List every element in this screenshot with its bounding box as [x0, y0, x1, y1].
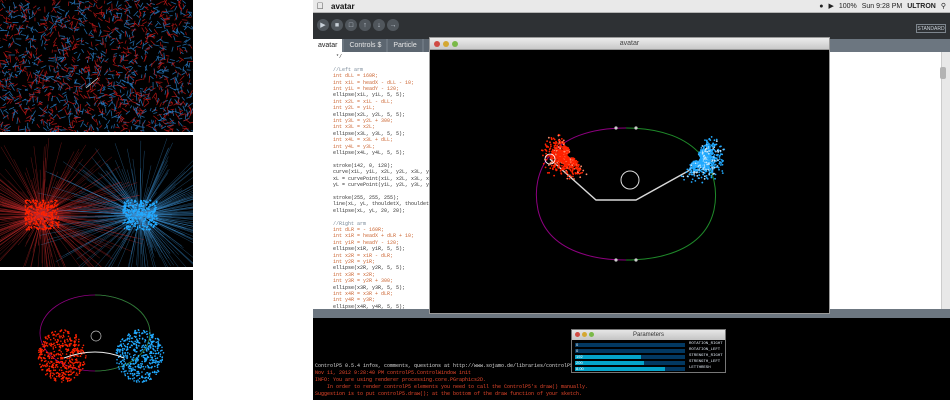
ide-toolbar: ▶ ■ □ ↑ ↓ → STANDARD	[313, 13, 950, 39]
slider-value: 192	[576, 354, 583, 359]
slider-fill	[575, 367, 666, 371]
parameters-title-bar[interactable]: Parameters	[572, 330, 725, 340]
slider-fill	[575, 355, 641, 359]
slider-label: ROTATION_LEFT	[689, 348, 721, 352]
control-point	[614, 258, 618, 262]
control-point	[614, 126, 618, 130]
arm-curve	[39, 294, 151, 372]
app-menu-name[interactable]: avatar	[331, 2, 355, 11]
console-line: ControlP5 0.5.4 infos, comments, questio…	[315, 363, 574, 369]
wifi-icon[interactable]: ●	[819, 3, 823, 10]
parameter-slider[interactable]: 192	[575, 354, 685, 359]
clock[interactable]: Sun 9:28 PM	[862, 3, 902, 10]
noise-field	[0, 0, 193, 132]
parameter-slider[interactable]: 200	[575, 360, 685, 365]
stop-icon[interactable]: ■	[331, 19, 343, 31]
noise-preview	[0, 0, 193, 132]
control-point	[634, 126, 638, 130]
save-icon[interactable]: ↓	[373, 19, 385, 31]
close-icon[interactable]	[434, 41, 440, 47]
slider-value: 0	[576, 348, 579, 353]
console-line: INFO: You are using renderer processing.…	[315, 377, 487, 383]
tab-controls[interactable]: Controls $	[344, 39, 387, 52]
params-close-icon[interactable]	[575, 332, 580, 337]
sketch-canvas[interactable]	[430, 50, 829, 313]
slider-value: 8.00	[576, 366, 584, 371]
slider-label: LETTHRESH	[689, 366, 711, 370]
editor-scrollbar[interactable]	[941, 52, 950, 309]
head-circle	[90, 330, 102, 342]
console-line: In order to render controlP5 elements yo…	[315, 384, 589, 390]
streak-field	[0, 138, 193, 267]
parameter-slider[interactable]: 0	[575, 342, 685, 347]
params-zoom-icon[interactable]	[589, 332, 594, 337]
parameters-window[interactable]: Parameters 0 ROTATION_RIGHT 0 ROTATION_LEFT…	[571, 329, 726, 373]
console-text: ControlP5 0.5.4 infos, comments, questio…	[315, 363, 588, 398]
slider-label: ROTATION_RIGHT	[689, 342, 723, 346]
sketch-window[interactable]: avatar	[429, 37, 830, 314]
menu-bar:  avatar ● ▶ 100% Sun 9:28 PM ULTRON ⚲	[313, 0, 950, 13]
params-minimize-icon[interactable]	[582, 332, 587, 337]
slider-label: STRENGTH_LEFT	[689, 360, 721, 364]
dense-particles-preview	[0, 138, 193, 267]
minimize-icon[interactable]	[443, 41, 449, 47]
console-line: Suggestion is to put controlP5.draw(); a…	[315, 391, 583, 397]
thumbnail-noise[interactable]	[0, 0, 193, 132]
new-icon[interactable]: □	[345, 19, 357, 31]
export-icon[interactable]: →	[387, 19, 399, 31]
final-particles-preview	[37, 294, 165, 383]
red-particles	[540, 133, 588, 180]
mac-desktop:  avatar ● ▶ 100% Sun 9:28 PM ULTRON ⚲ ▶…	[313, 0, 950, 400]
tab-particle[interactable]: Particle	[388, 39, 422, 52]
tab-avatar[interactable]: avatar	[313, 39, 343, 52]
parameter-slider[interactable]: 8.00	[575, 366, 685, 371]
sketch-title-bar[interactable]: avatar	[430, 38, 829, 50]
run-icon[interactable]: ▶	[317, 19, 329, 31]
user-name[interactable]: ULTRON	[907, 3, 936, 10]
volume-icon[interactable]: ▶	[828, 2, 833, 10]
parameters-title: Parameters	[632, 332, 664, 338]
slider-label: STRENGTH_RIGHT	[689, 354, 723, 358]
sketch-title: avatar	[619, 40, 640, 47]
control-point	[634, 258, 638, 262]
zoom-icon[interactable]	[452, 41, 458, 47]
slider-value: 0	[576, 342, 579, 347]
window-scroll-handle[interactable]	[940, 67, 946, 79]
thumbnail-dense[interactable]	[0, 135, 193, 267]
apple-icon[interactable]: 	[313, 1, 327, 11]
slider-fill	[575, 361, 645, 365]
mode-button[interactable]: STANDARD	[916, 24, 946, 33]
parameter-slider[interactable]: 0	[575, 348, 685, 353]
slider-value: 200	[576, 360, 583, 365]
processing-ide-window: ▶ ■ □ ↑ ↓ → STANDARD avatar Controls $ P…	[313, 13, 950, 400]
console-line: Nov 11, 2012 9:28:40 PM controlP5.Contro…	[315, 370, 472, 376]
search-icon[interactable]: ⚲	[941, 2, 946, 10]
open-icon[interactable]: ↑	[359, 19, 371, 31]
battery-level[interactable]: 100%	[839, 3, 857, 10]
thumbnail-final[interactable]	[0, 270, 193, 400]
head-circle	[620, 170, 640, 190]
